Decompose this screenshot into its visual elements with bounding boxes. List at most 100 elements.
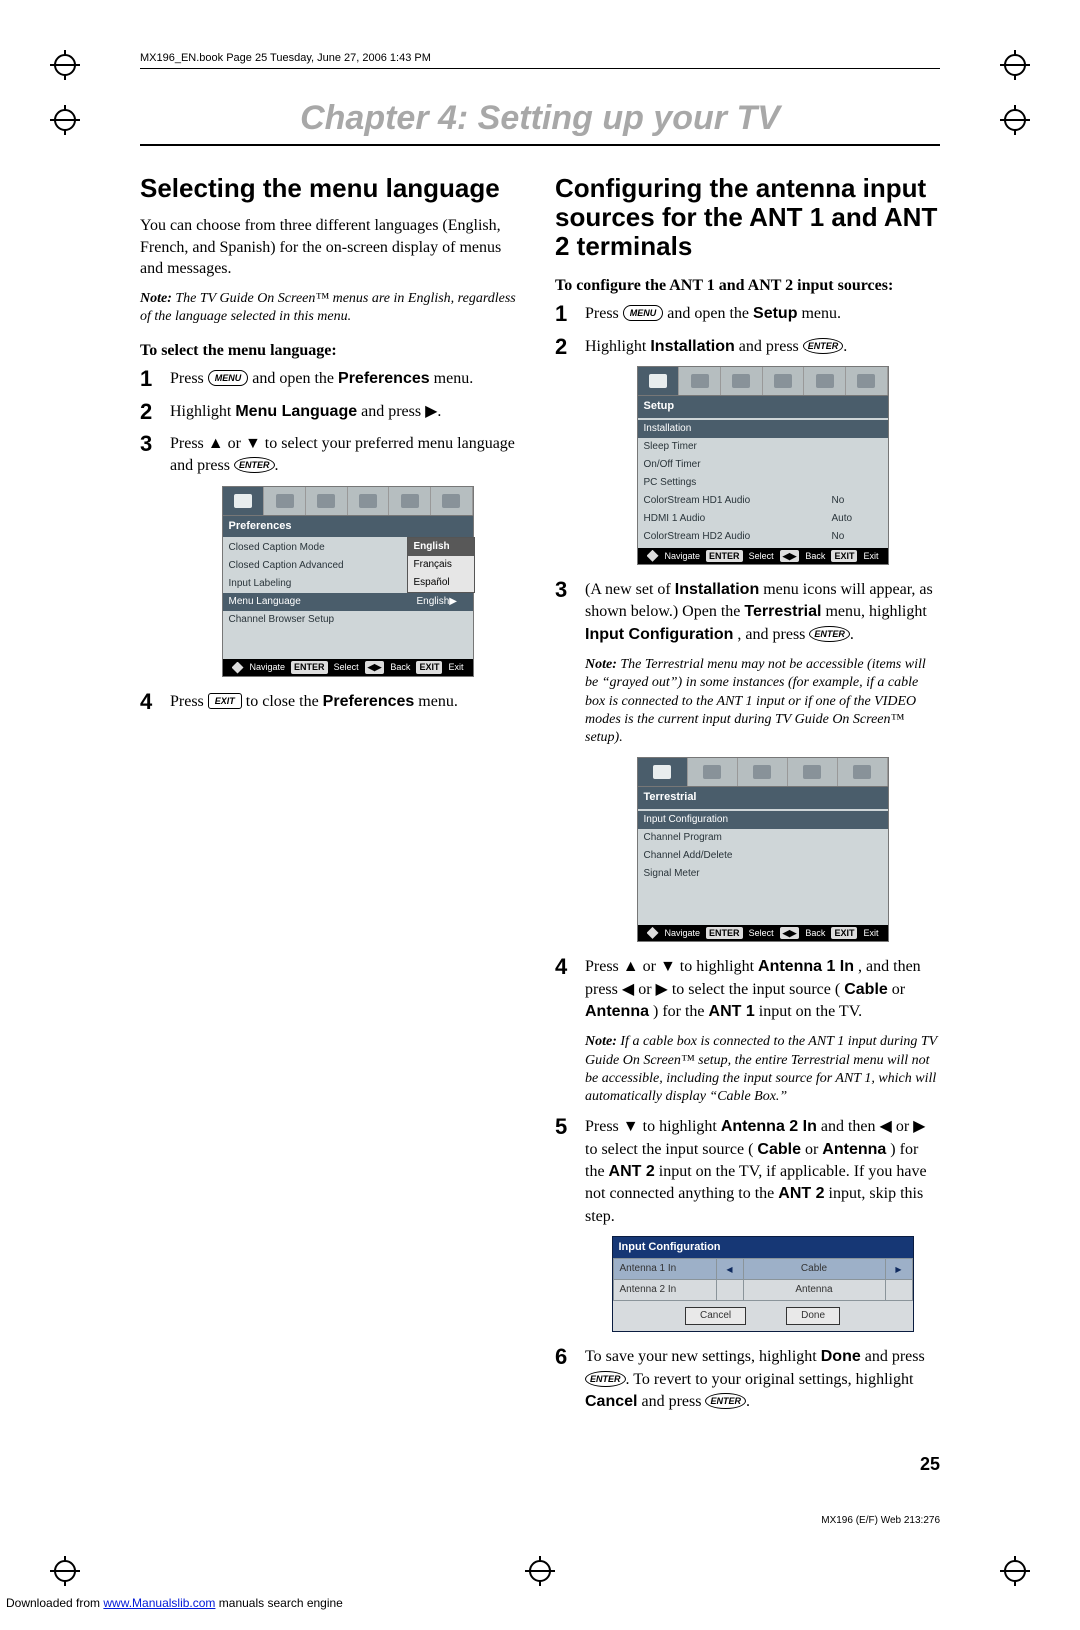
note-label: Note: [585,657,617,672]
note-text: The TV Guide On Screen™ menus are in Eng… [140,291,516,324]
navigate-icon [232,662,244,674]
osd-row-selected: Installation [638,420,888,438]
osd-tab-icon [738,758,788,786]
input-configuration-label: Input Configuration [585,626,733,643]
procedure-heading: To select the menu language: [140,342,525,360]
osd-title: Setup [638,396,888,417]
manualslib-link[interactable]: www.Manualslib.com [103,1596,215,1610]
crop-mark-icon [1000,1556,1030,1586]
note-text: If a cable box is connected to the ANT 1… [585,1034,937,1104]
table-cell: Cable [743,1259,885,1280]
osd-tab-icon [348,487,390,515]
osd-tab-icon [763,367,805,395]
osd-preferences-screenshot: Preferences Closed Caption ModeOff Close… [222,486,474,677]
antenna2-in-label: Antenna 2 In [721,1118,817,1135]
step-1: Press MENU and open the Setup menu. [555,303,940,325]
osd-tab-icon [223,487,265,515]
cable-label: Cable [844,981,888,998]
osd-row: Sleep Timer [638,438,888,456]
table-cell: Antenna [743,1280,885,1301]
book-running-header: MX196_EN.book Page 25 Tuesday, June 27, … [140,40,940,64]
osd-row: PC Settings [638,474,888,492]
step-3: Press ▲ or ▼ to select your preferred me… [140,433,525,677]
setup-label: Setup [753,305,797,322]
crop-mark-icon [1000,50,1030,80]
osd-title: Input Configuration [613,1237,913,1258]
enter-button-icon: ENTER [585,1371,626,1387]
download-suffix: manuals search engine [219,1596,343,1610]
enter-button-icon: ENTER [809,626,850,642]
step-5: Press ▼ to highlight Antenna 2 In and th… [555,1116,940,1332]
done-button: Done [786,1307,840,1325]
done-label: Done [821,1348,861,1365]
osd-tab-icon [688,758,738,786]
crop-mark-icon [50,1556,80,1586]
osd-footer-hints: Navigate ENTER Select ◀▶ Back EXIT Exit [638,548,888,565]
note-label: Note: [585,1034,617,1049]
step-2: Highlight Menu Language and press ▶. [140,401,525,423]
button-row: Cancel Done [613,1301,913,1331]
osd-footer-hints: Navigate ENTER Select ◀▶ Back EXIT Exit [223,659,473,676]
header-rule [140,68,940,69]
exit-button-icon: EXIT [208,693,242,709]
osd-list: Installation Sleep Timer On/Off Timer PC… [638,418,888,548]
menu-button-icon: MENU [623,305,664,321]
download-prefix: Downloaded from [6,1596,103,1610]
osd-tab-icon [679,367,721,395]
cancel-label: Cancel [585,1393,637,1410]
osd-tab-icon [306,487,348,515]
preferences-label: Preferences [323,693,415,710]
terrestrial-label: Terrestrial [744,603,821,620]
installation-label: Installation [650,338,734,355]
procedure-heading: To configure the ANT 1 and ANT 2 input s… [555,277,940,295]
step-1: Press MENU and open the Preferences menu… [140,368,525,390]
crop-mark-icon [1000,105,1030,135]
osd-tab-icon [721,367,763,395]
right-column: Configuring the antenna input sources fo… [555,174,940,1424]
osd-title: Terrestrial [638,787,888,808]
osd-tab-icon [638,367,680,395]
crop-mark-icon [525,1556,555,1586]
osd-row: ColorStream HD2 AudioNo [638,528,888,546]
osd-row: Channel Program [638,829,888,847]
antenna-label: Antenna [585,1003,649,1020]
osd-tab-bar [638,758,888,787]
enter-button-icon: ENTER [234,457,275,473]
osd-tab-bar [638,367,888,396]
cable-label: Cable [757,1141,801,1158]
page-number: 25 [80,1454,940,1475]
osd-row: Channel Add/Delete [638,847,888,865]
left-arrow-icon: ◀ [716,1259,743,1280]
osd-setup-screenshot: Setup Installation Sleep Timer On/Off Ti… [637,366,889,565]
left-column: Selecting the menu language You can choo… [140,174,525,1424]
step-2: Highlight Installation and press ENTER. [555,336,940,565]
osd-option: English [408,538,474,556]
download-attribution: Downloaded from www.Manualslib.com manua… [6,1596,1080,1610]
osd-tab-icon [788,758,838,786]
antenna1-in-label: Antenna 1 In [758,958,854,975]
osd-input-config-screenshot: Input Configuration Antenna 1 In ◀ Cable… [612,1236,914,1332]
osd-row-selected: Input Configuration [638,811,888,829]
table-cell: Antenna 2 In [613,1280,716,1301]
navigate-icon [647,550,659,562]
enter-button-icon: ENTER [803,338,844,354]
navigate-icon [647,927,659,939]
section-heading-antenna: Configuring the antenna input sources fo… [555,174,940,261]
note-terrestrial-grayed: Note: The Terrestrial menu may not be ac… [585,656,940,747]
right-arrow-icon: ▶ [885,1259,912,1280]
osd-row: HDMI 1 AudioAuto [638,510,888,528]
menu-language-label: Menu Language [235,403,357,420]
enter-button-icon: ENTER [705,1393,746,1409]
procedure-steps: Press MENU and open the Setup menu. High… [555,303,940,1413]
osd-row: Signal Meter [638,865,888,883]
osd-row: Channel Browser Setup [223,611,473,629]
osd-tab-bar [223,487,473,516]
document-footer-code: MX196 (E/F) Web 213:276 [80,1515,940,1526]
osd-option: Français [408,556,474,574]
note-text: The Terrestrial menu may not be accessib… [585,657,926,745]
antenna-label: Antenna [822,1141,886,1158]
ant2-label: ANT 2 [609,1163,655,1180]
note-tvguide-language: Note: The TV Guide On Screen™ menus are … [140,290,525,326]
osd-row: ColorStream HD1 AudioNo [638,492,888,510]
note-cablebox-ant1: Note: If a cable box is connected to the… [585,1033,940,1106]
